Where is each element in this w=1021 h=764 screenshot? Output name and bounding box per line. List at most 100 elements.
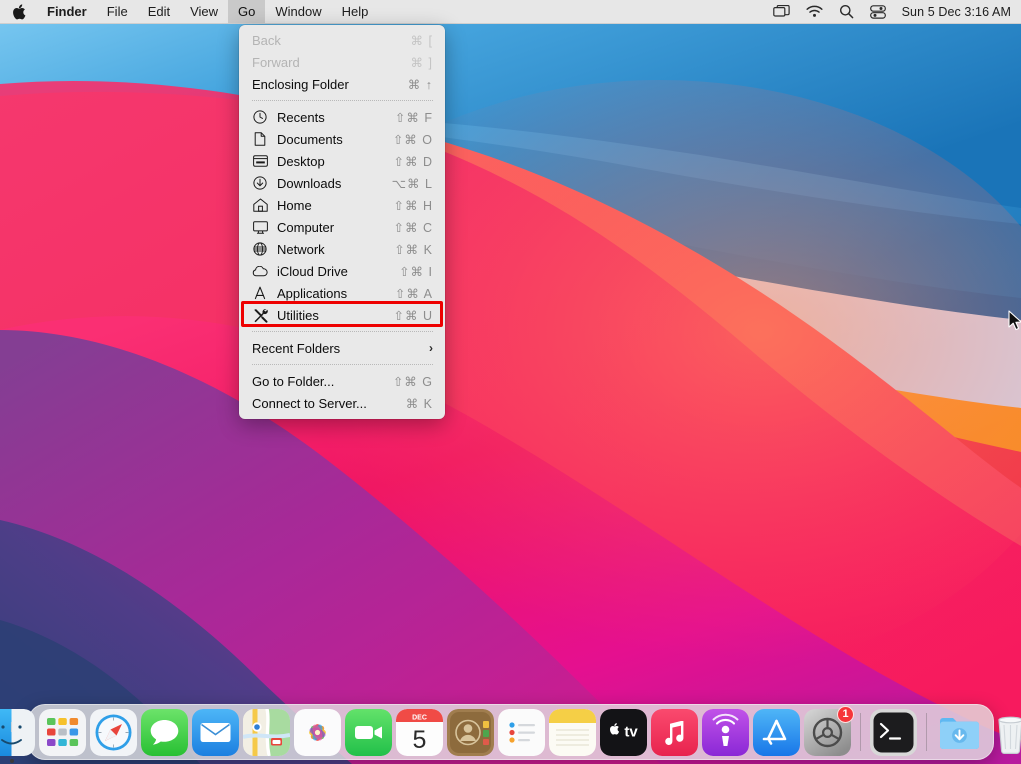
menu-item-connect-to-server[interactable]: Connect to Server... ⌘ K xyxy=(239,392,445,414)
dock-item-downloads-folder[interactable] xyxy=(936,709,983,756)
app-running-indicator xyxy=(9,758,14,763)
menu-item-computer[interactable]: Computer ⇧⌘ C xyxy=(239,216,445,238)
menu-item-label: Enclosing Folder xyxy=(252,76,349,92)
facetime-icon xyxy=(345,708,392,756)
menu-separator xyxy=(252,100,433,101)
tv-text: tv xyxy=(624,723,638,740)
menu-item-desktop[interactable]: Desktop ⇧⌘ D xyxy=(239,150,445,172)
menu-go[interactable]: Go xyxy=(228,0,266,23)
dock-item-messages[interactable] xyxy=(141,708,188,756)
arrow-pointer-icon xyxy=(1008,310,1021,331)
apple-menu-icon[interactable] xyxy=(0,0,37,23)
dock-item-music[interactable] xyxy=(651,708,698,756)
menu-item-label: Back xyxy=(252,32,281,48)
menu-file[interactable]: File xyxy=(97,0,138,23)
app-store-icon xyxy=(753,708,800,756)
dock-item-launchpad[interactable] xyxy=(39,708,86,756)
menu-item-label: Computer xyxy=(277,219,335,235)
dock-separator-1 xyxy=(860,713,861,751)
downloads-folder-icon xyxy=(936,709,983,756)
menu-item-go-to-folder[interactable]: Go to Folder... ⇧⌘ G xyxy=(239,370,445,392)
menu-item-label: Network xyxy=(277,241,325,257)
contacts-icon xyxy=(447,708,494,756)
home-icon xyxy=(252,198,268,213)
menu-item-label: iCloud Drive xyxy=(277,263,348,279)
menu-edit[interactable]: Edit xyxy=(138,0,180,23)
dock-item-safari[interactable] xyxy=(90,708,137,756)
menu-item-network[interactable]: Network ⇧⌘ K xyxy=(239,238,445,260)
dock-item-terminal[interactable] xyxy=(870,708,917,756)
dock-item-notes[interactable] xyxy=(549,708,596,756)
menu-item-shortcut: ⇧⌘ I xyxy=(399,264,433,279)
menu-item-recent-folders[interactable]: Recent Folders › xyxy=(239,337,445,359)
menu-item-downloads[interactable]: Downloads ⌥⌘ L xyxy=(239,172,445,194)
dock-separator-2 xyxy=(926,713,927,751)
menu-item-label: Documents xyxy=(277,131,343,147)
menu-finder[interactable]: Finder xyxy=(37,0,97,23)
dock-item-finder[interactable] xyxy=(0,708,35,763)
calendar-month-text: DEC xyxy=(412,714,427,721)
notes-icon xyxy=(549,708,596,756)
messages-icon xyxy=(141,708,188,756)
reminders-icon xyxy=(498,708,545,756)
menu-item-shortcut: ⌘ ] xyxy=(410,55,433,70)
menu-item-label: Utilities xyxy=(277,307,319,323)
menu-item-documents[interactable]: Documents ⇧⌘ O xyxy=(239,128,445,150)
maps-icon xyxy=(243,708,290,756)
apple-logo-icon xyxy=(13,3,26,19)
menu-window[interactable]: Window xyxy=(265,0,331,23)
menu-item-shortcut: ⇧⌘ K xyxy=(394,242,433,257)
menu-item-back[interactable]: Back ⌘ [ xyxy=(239,29,445,51)
search-glyph xyxy=(839,5,853,19)
menu-item-label: Home xyxy=(277,197,312,213)
wifi-icon[interactable] xyxy=(806,5,823,18)
mail-icon xyxy=(192,708,239,756)
menu-item-label: Connect to Server... xyxy=(252,395,367,411)
spotlight-search-icon[interactable] xyxy=(839,4,854,19)
network-globe-icon xyxy=(252,242,268,257)
screen-mirroring-icon[interactable] xyxy=(772,4,790,19)
terminal-icon xyxy=(870,708,917,756)
safari-icon xyxy=(90,708,137,756)
wifi-glyph xyxy=(806,5,823,17)
dock-item-calendar[interactable]: DEC 5 xyxy=(396,708,443,756)
notification-badge: 1 xyxy=(837,705,854,723)
menu-bar-status-area: Sun 5 Dec 3:16 AM xyxy=(772,0,1021,23)
menu-item-enclosing-folder[interactable]: Enclosing Folder ⌘ ↑ xyxy=(239,73,445,95)
menu-item-shortcut: ⇧⌘ O xyxy=(392,132,433,147)
dock-item-mail[interactable] xyxy=(192,708,239,756)
dock-item-apple-tv[interactable]: tv xyxy=(600,708,647,756)
dock-item-contacts[interactable] xyxy=(447,708,494,756)
dock-item-trash[interactable] xyxy=(987,709,1021,756)
menu-item-applications[interactable]: Applications ⇧⌘ A xyxy=(239,282,445,304)
menu-bar-clock[interactable]: Sun 5 Dec 3:16 AM xyxy=(902,5,1011,19)
menu-item-icloud-drive[interactable]: iCloud Drive ⇧⌘ I xyxy=(239,260,445,282)
menu-item-utilities[interactable]: Utilities ⇧⌘ U xyxy=(239,304,445,326)
menu-item-shortcut: ⌘ [ xyxy=(410,33,433,48)
menu-item-forward[interactable]: Forward ⌘ ] xyxy=(239,51,445,73)
dock-item-facetime[interactable] xyxy=(345,708,392,756)
document-icon xyxy=(252,132,268,147)
dock-item-podcasts[interactable] xyxy=(702,708,749,756)
menu-item-recents[interactable]: Recents ⇧⌘ F xyxy=(239,106,445,128)
downloads-icon xyxy=(252,176,268,191)
dock-item-app-store[interactable] xyxy=(753,708,800,756)
podcasts-icon xyxy=(702,708,749,756)
desktop-wallpaper xyxy=(0,0,1021,764)
dock-item-maps[interactable] xyxy=(243,708,290,756)
control-center-icon[interactable] xyxy=(869,4,886,19)
icloud-icon xyxy=(252,264,268,279)
menu-item-shortcut: ⇧⌘ A xyxy=(394,286,433,301)
menu-item-shortcut: ⇧⌘ U xyxy=(393,308,433,323)
menu-item-label: Downloads xyxy=(277,175,342,191)
dock-item-reminders[interactable] xyxy=(498,708,545,756)
mouse-cursor xyxy=(1008,310,1021,337)
finder-icon xyxy=(0,708,35,756)
dock-item-photos[interactable] xyxy=(294,708,341,756)
dock-item-system-preferences[interactable]: 1 xyxy=(804,705,854,756)
menu-view[interactable]: View xyxy=(180,0,228,23)
menu-help[interactable]: Help xyxy=(332,0,379,23)
menu-item-shortcut: ⇧⌘ G xyxy=(392,374,433,389)
menu-item-home[interactable]: Home ⇧⌘ H xyxy=(239,194,445,216)
menu-bar: Finder File Edit View Go Window Help Sun… xyxy=(0,0,1021,24)
